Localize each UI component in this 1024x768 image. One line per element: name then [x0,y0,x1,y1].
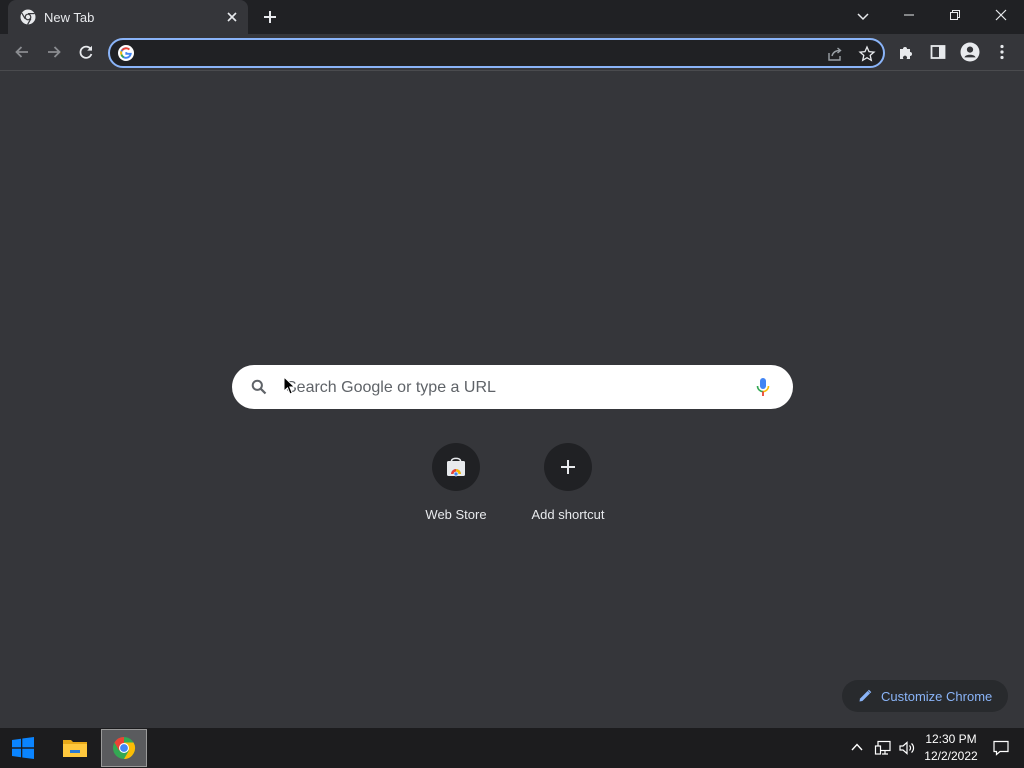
add-shortcut-circle [544,443,592,491]
chrome-logo-icon [112,736,136,760]
customize-chrome-label: Customize Chrome [881,689,993,704]
chrome-taskbar-button[interactable] [101,729,147,767]
windows-logo-icon [11,736,35,760]
webstore-icon-circle [432,443,480,491]
shortcut-web-store[interactable]: Web Store [400,443,512,533]
tray-chevron-up-icon[interactable] [850,740,864,754]
side-panel-icon[interactable] [928,42,948,62]
network-icon[interactable] [874,739,892,757]
tab-close-icon[interactable] [224,9,240,25]
notification-center-icon[interactable] [992,739,1010,757]
customize-chrome-button[interactable]: Customize Chrome [842,680,1008,712]
folder-icon [62,737,88,759]
tab-new-tab[interactable]: New Tab [8,0,248,34]
profile-avatar-icon[interactable] [960,42,980,62]
shortcut-label: Add shortcut [531,507,605,522]
volume-icon[interactable] [898,739,916,757]
search-icon [250,378,268,396]
minimize-button[interactable] [886,0,932,30]
reload-button[interactable] [76,42,96,62]
clock-time: 12:30 PM [925,732,977,746]
mouse-cursor-icon [283,376,297,396]
title-bar: New Tab [0,0,1024,34]
extensions-puzzle-icon[interactable] [896,42,916,62]
chrome-favicon-icon [20,9,36,25]
start-button[interactable] [0,728,46,768]
close-window-button[interactable] [978,0,1024,30]
share-icon[interactable] [826,45,844,63]
back-button[interactable] [12,42,32,62]
new-tab-plus-icon[interactable] [261,8,279,26]
omnibox-input[interactable] [142,43,806,65]
tab-title: New Tab [44,10,95,25]
forward-button[interactable] [44,42,64,62]
plus-icon [559,458,577,476]
restore-button[interactable] [932,0,978,30]
bookmark-star-icon[interactable] [858,45,876,63]
file-explorer-button[interactable] [52,728,98,768]
ntp-search-box[interactable] [232,365,793,409]
windows-taskbar: 12:30 PM 12/2/2022 [0,728,1024,768]
omnibox[interactable] [108,38,885,68]
kebab-menu-icon[interactable] [992,42,1012,62]
browser-toolbar [0,34,1024,71]
taskbar-clock[interactable]: 12:30 PM 12/2/2022 [920,731,982,765]
shortcut-add[interactable]: Add shortcut [512,443,624,533]
google-g-icon [118,45,134,61]
pencil-icon [858,689,872,703]
tab-search-chevron-icon[interactable] [855,8,871,24]
shortcut-label: Web Store [425,507,487,522]
ntp-search-input[interactable] [284,377,728,399]
voice-search-mic-icon[interactable] [756,377,770,397]
clock-date: 12/2/2022 [924,749,978,763]
webstore-icon [444,455,468,479]
